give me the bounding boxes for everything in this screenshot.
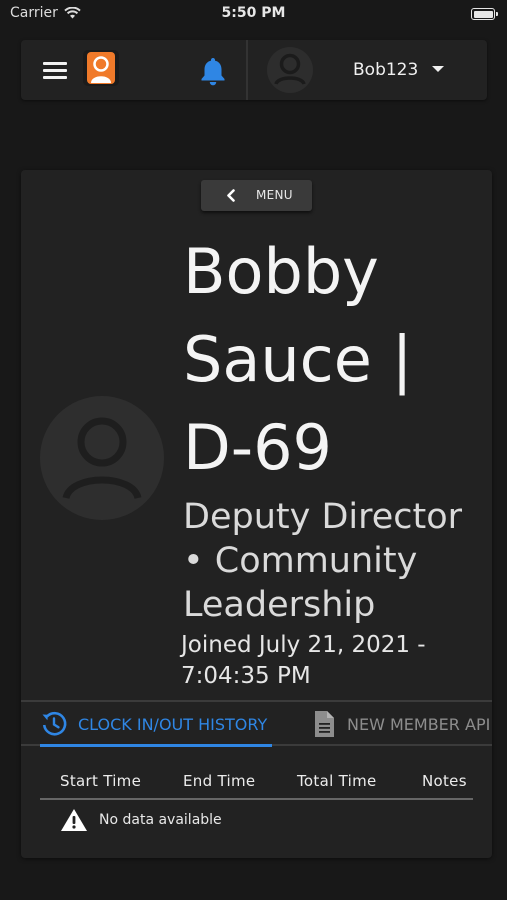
tab-clock-history-label: CLOCK IN/OUT HISTORY: [78, 714, 268, 734]
profile-name-line: Bobby: [183, 235, 379, 308]
tab-clock-history[interactable]: CLOCK IN/OUT HISTORY: [40, 702, 272, 747]
profile-role-line: Leadership: [183, 585, 376, 625]
person-badge-icon: [87, 52, 115, 84]
profile-role-line: Deputy Director: [183, 497, 463, 537]
profile-name: Bobby Sauce | D-69: [183, 228, 483, 492]
column-header[interactable]: Total Time: [297, 772, 377, 790]
empty-table-message: No data available: [99, 812, 222, 828]
chevron-left-icon: [227, 189, 235, 202]
table-header: Start Time End Time Total Time Notes: [40, 766, 473, 800]
menu-button[interactable]: MENU: [201, 180, 312, 211]
header-divider: [246, 40, 248, 100]
hamburger-menu-icon[interactable]: [43, 62, 67, 79]
status-time: 5:50 PM: [221, 5, 286, 21]
column-header[interactable]: Start Time: [60, 772, 141, 790]
user-menu-caret-icon[interactable]: [432, 66, 444, 72]
profile-avatar-icon: [40, 396, 164, 520]
profile-card: MENU Bobby Sauce | D-69 Deputy Director …: [21, 170, 492, 858]
notification-bell-icon[interactable]: [199, 56, 227, 86]
column-header[interactable]: End Time: [183, 772, 255, 790]
status-bar: Carrier 5:50 PM: [0, 0, 507, 28]
username-label[interactable]: Bob123: [353, 60, 418, 80]
battery-icon: [471, 8, 498, 20]
profile-name-line: Sauce |: [183, 323, 413, 396]
document-icon: [315, 711, 334, 737]
column-header[interactable]: Notes: [422, 772, 467, 790]
history-icon: [42, 711, 67, 736]
warning-icon: [61, 809, 87, 831]
tab-new-member-app-label: NEW MEMBER API: [347, 714, 491, 734]
profile-role-line: • Community: [183, 541, 418, 581]
profile-joined-date: Joined July 21, 2021 - 7:04:35 PM: [181, 630, 481, 692]
profile-tabs: CLOCK IN/OUT HISTORY NEW MEMBER API: [21, 700, 492, 747]
user-avatar-icon[interactable]: [267, 47, 313, 93]
table-empty-row: No data available: [40, 806, 473, 834]
tab-new-member-app[interactable]: NEW MEMBER API: [313, 702, 492, 746]
menu-button-label: MENU: [256, 188, 293, 202]
profile-role: Deputy Director • Community Leadership: [183, 495, 488, 627]
app-logo[interactable]: [83, 50, 119, 86]
joined-line: 7:04:35 PM: [181, 663, 311, 689]
joined-line: Joined July 21, 2021 -: [181, 632, 426, 658]
profile-name-line: D-69: [183, 411, 333, 484]
top-navigation-bar: Bob123: [21, 40, 487, 100]
